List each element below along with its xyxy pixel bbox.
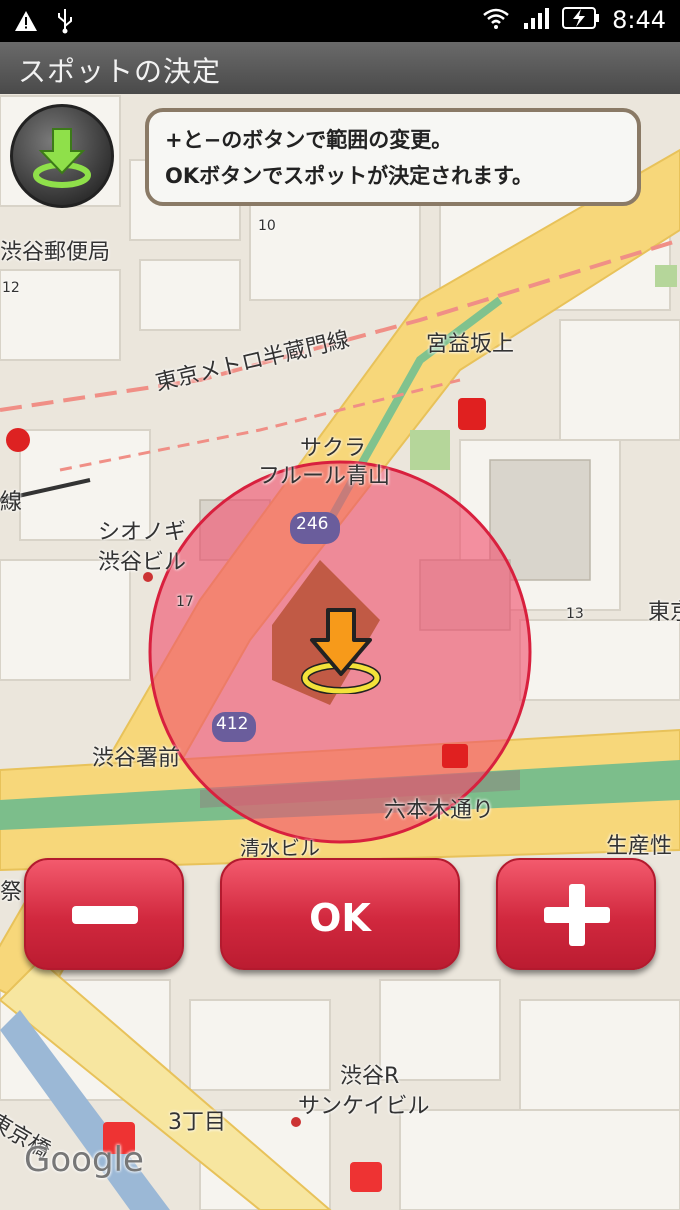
minus-icon: [72, 906, 138, 924]
block-number-13: 13: [566, 606, 584, 622]
map-label-shibuya-r: 渋谷R: [340, 1064, 400, 1089]
ok-button[interactable]: OK: [220, 858, 460, 970]
usb-icon: [56, 8, 74, 38]
help-line-2: OKボタンでスポットが決定されます。: [165, 164, 534, 188]
warning-icon: [14, 10, 38, 36]
clock: 8:44: [612, 6, 666, 34]
map-label-shimizu: 清水ビル: [240, 836, 320, 860]
block-number-10: 10: [258, 218, 276, 234]
status-bar: 8:44: [0, 0, 680, 42]
map-label-post-office: 渋谷郵便局: [0, 240, 111, 265]
map-label-police: 渋谷署前: [92, 746, 181, 771]
help-line-1: +と−のボタンで範囲の変更。: [165, 128, 453, 152]
wifi-icon: [482, 7, 510, 33]
spot-marker-icon[interactable]: [298, 604, 384, 694]
help-message-box: +と−のボタンで範囲の変更。 OKボタンでスポットが決定されます。: [145, 108, 641, 206]
map-label-seisansei: 生産性: [606, 834, 673, 859]
plus-icon: [544, 884, 610, 946]
map-label-higashi: 東京: [648, 600, 680, 625]
minus-button[interactable]: [24, 858, 184, 970]
map-label-sai: 祭: [0, 880, 23, 905]
map-label-sen: 線: [0, 490, 23, 515]
map-label-roppongi: 六本木通り: [384, 798, 495, 823]
page-title: スポットの決定: [18, 55, 222, 88]
ok-button-label: OK: [309, 896, 371, 940]
block-number-17: 17: [176, 594, 194, 610]
spot-download-button[interactable]: [10, 104, 114, 208]
route-246-label: 246: [296, 514, 329, 534]
map-label-fleur: フルール青山: [258, 464, 391, 489]
title-bar: スポットの決定: [0, 42, 680, 94]
block-number-12: 12: [2, 280, 20, 296]
map-label-shibuya-bldg: 渋谷ビル: [98, 550, 187, 575]
signal-icon: [522, 6, 550, 34]
map-view[interactable]: 渋谷郵便局 東京メトロ半蔵門線 宮益坂上 サクラ フルール青山 シオノギ 渋谷ビ…: [0, 94, 680, 1210]
map-label-sanchome: 3丁目: [168, 1110, 226, 1135]
google-logo: Google: [24, 1140, 144, 1180]
route-412-label: 412: [216, 714, 249, 734]
map-label-miyamasuzaka: 宮益坂上: [426, 332, 515, 357]
map-label-shioneki: シオノギ: [98, 520, 187, 545]
plus-button[interactable]: [496, 858, 656, 970]
map-label-sankei: サンケイビル: [298, 1094, 430, 1119]
download-spot-icon: [33, 128, 91, 188]
battery-charging-icon: [562, 6, 600, 34]
